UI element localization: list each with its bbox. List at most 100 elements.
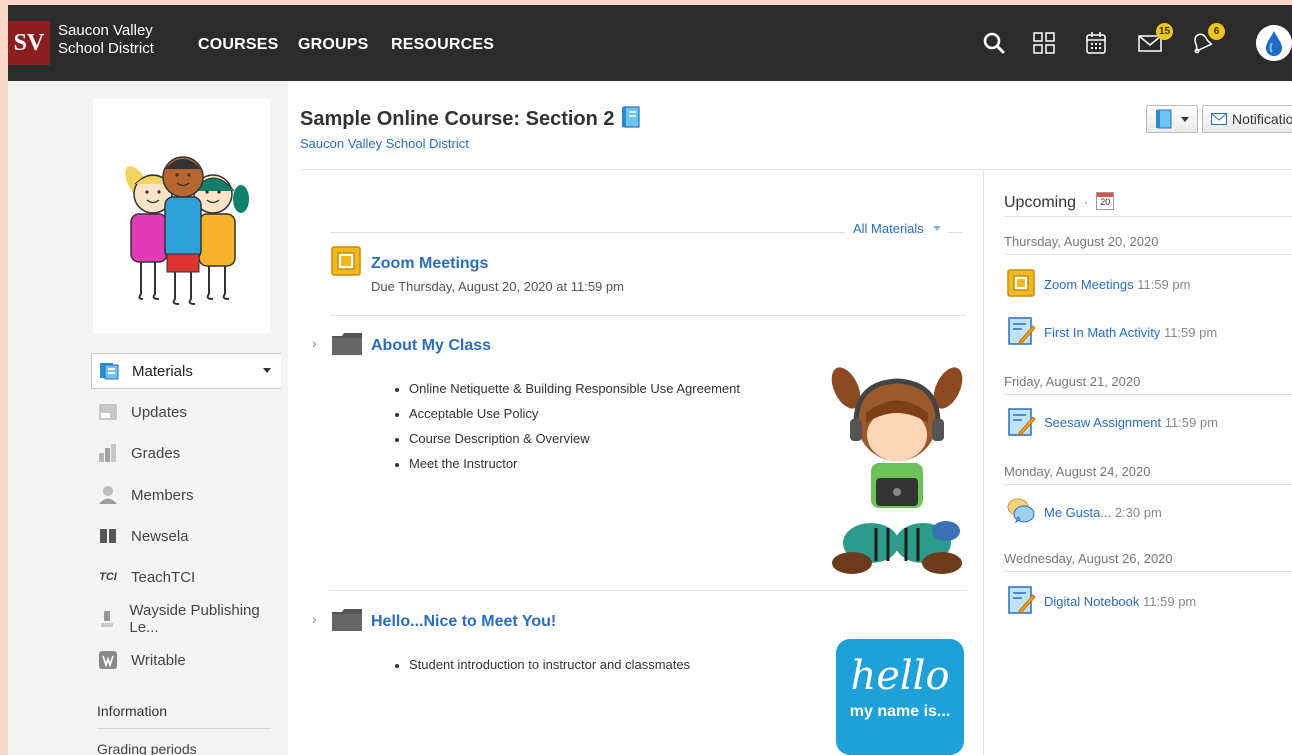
top-navigation-bar: SV Saucon Valley School District COURSES… xyxy=(8,5,1292,81)
sidebar-item-wayside[interactable]: Wayside Publishing Le... xyxy=(91,601,281,637)
district-logo[interactable]: SV xyxy=(8,21,50,65)
sidebar-item-updates[interactable]: Updates xyxy=(91,394,281,430)
list-item[interactable]: Course Description & Overview xyxy=(393,431,740,456)
chevron-down-icon[interactable] xyxy=(263,368,271,373)
calendar-day-number: 20 xyxy=(1100,197,1111,207)
search-icon[interactable] xyxy=(980,29,1008,57)
event-time: 11:59 pm xyxy=(1164,415,1218,430)
hello-card-word: hello xyxy=(850,653,950,699)
nav-resources[interactable]: RESOURCES xyxy=(391,36,494,54)
sidebar-item-label: Updates xyxy=(131,403,187,421)
chevron-down-icon xyxy=(933,226,942,231)
notifications-count-badge: 6 xyxy=(1208,23,1225,40)
upcoming-event[interactable]: Seesaw Assignment 11:59 pm xyxy=(1044,415,1218,430)
event-title: Seesaw Assignment xyxy=(1044,415,1162,430)
event-title: Zoom Meetings xyxy=(1044,277,1134,292)
list-item[interactable]: Acceptable Use Policy xyxy=(393,406,740,431)
grades-icon xyxy=(97,443,119,463)
updates-icon xyxy=(97,402,119,422)
sidebar-item-members[interactable]: Members xyxy=(91,477,281,513)
notebook-icon xyxy=(622,106,640,128)
upcoming-event[interactable]: Digital Notebook 11:59 pm xyxy=(1044,594,1196,609)
nav-courses[interactable]: COURSES xyxy=(198,36,279,54)
sidebar-item-label: Materials xyxy=(132,362,193,380)
upcoming-event[interactable]: First In Math Activity 11:59 pm xyxy=(1044,325,1217,340)
filter-divider xyxy=(948,232,962,233)
district-name-line2: School District xyxy=(58,40,154,57)
course-sidebar: Materials Updates Grades Members Newsela… xyxy=(8,81,288,755)
event-time: 11:59 pm xyxy=(1137,277,1191,292)
sidebar-item-writable[interactable]: Writable xyxy=(91,642,281,678)
assignment-title-zoom-meetings[interactable]: Zoom Meetings xyxy=(371,255,488,273)
apps-grid-icon[interactable] xyxy=(1030,29,1058,57)
upcoming-divider xyxy=(1004,254,1292,255)
upcoming-divider xyxy=(1004,571,1292,572)
sidebar-item-grades[interactable]: Grades xyxy=(91,435,281,471)
column-divider xyxy=(983,170,984,755)
event-title: Me Gusta... xyxy=(1044,505,1112,520)
user-avatar[interactable] xyxy=(1256,25,1292,61)
event-title: Digital Notebook xyxy=(1044,594,1140,609)
district-name[interactable]: Saucon Valley School District xyxy=(58,22,154,58)
avatar-drop-icon xyxy=(1256,25,1292,61)
all-materials-filter[interactable]: All Materials xyxy=(853,221,942,236)
chevron-right-icon[interactable]: › xyxy=(312,335,317,351)
calendar-icon[interactable]: 20 xyxy=(1096,192,1115,210)
calendar-icon[interactable] xyxy=(1082,29,1110,57)
folder-title-hello-nice-to-meet-you[interactable]: Hello...Nice to Meet You! xyxy=(371,613,556,631)
sidebar-item-label: Wayside Publishing Le... xyxy=(129,602,260,636)
app-frame: SV Saucon Valley School District COURSES… xyxy=(8,5,1292,755)
folder-icon xyxy=(332,609,362,631)
list-item[interactable]: Online Netiquette & Building Responsible… xyxy=(393,381,740,406)
row-divider xyxy=(330,590,966,591)
sidebar-item-teachtci[interactable]: TCI TeachTCI xyxy=(91,559,281,595)
event-title: First In Math Activity xyxy=(1044,325,1161,340)
sidebar-item-materials[interactable]: Materials xyxy=(91,353,281,389)
folder-title-about-my-class[interactable]: About My Class xyxy=(371,337,491,355)
notifications-button-label: Notificatio xyxy=(1232,111,1292,127)
folder-contents-list: Student introduction to instructor and c… xyxy=(393,657,690,682)
page-title: Sample Online Course: Section 2 xyxy=(300,106,640,131)
assignment-icon xyxy=(331,246,361,276)
upcoming-date: Wednesday, August 26, 2020 xyxy=(1004,551,1173,566)
sidebar-item-newsela[interactable]: Newsela xyxy=(91,518,281,554)
members-icon xyxy=(97,485,119,505)
sidebar-item-label: Newsela xyxy=(131,527,189,545)
upcoming-event[interactable]: Zoom Meetings 11:59 pm xyxy=(1044,277,1190,292)
notifications-button[interactable]: Notificatio xyxy=(1202,105,1292,133)
writable-icon xyxy=(97,650,119,670)
discussion-icon xyxy=(1007,498,1035,524)
upcoming-label: Upcoming xyxy=(1004,194,1077,211)
assessment-icon xyxy=(1008,586,1036,614)
newsela-icon xyxy=(97,526,119,546)
upcoming-divider xyxy=(1004,216,1292,217)
upcoming-event[interactable]: Me Gusta... 2:30 pm xyxy=(1044,505,1162,520)
sidebar-item-label: TeachTCI xyxy=(131,568,196,586)
assignment-due-date: Due Thursday, August 20, 2020 at 11:59 p… xyxy=(371,279,624,294)
folder-icon xyxy=(332,333,362,355)
nav-groups[interactable]: GROUPS xyxy=(298,36,369,54)
upcoming-date: Thursday, August 20, 2020 xyxy=(1004,234,1159,249)
upcoming-date: Monday, August 24, 2020 xyxy=(1004,464,1151,479)
row-divider xyxy=(330,315,966,316)
hello-my-name-is-image: hello my name is... xyxy=(836,639,964,755)
event-time: 11:59 pm xyxy=(1143,594,1197,609)
course-district-link[interactable]: Saucon Valley School District xyxy=(300,136,469,151)
list-item[interactable]: Meet the Instructor xyxy=(393,456,740,481)
filter-divider xyxy=(330,232,845,233)
kids-illustration xyxy=(125,156,249,305)
list-item[interactable]: Student introduction to instructor and c… xyxy=(393,657,690,682)
filter-label: All Materials xyxy=(853,221,924,236)
envelope-icon xyxy=(1211,113,1227,125)
upcoming-divider xyxy=(1004,484,1292,485)
grading-periods-link[interactable]: Grading periods xyxy=(97,741,197,755)
materials-icon xyxy=(98,361,120,381)
course-options-button[interactable] xyxy=(1146,105,1198,133)
chevron-right-icon[interactable]: › xyxy=(312,611,317,627)
assessment-icon xyxy=(1008,408,1036,436)
hello-card-caption: my name is... xyxy=(849,703,951,720)
sidebar-item-label: Grades xyxy=(131,444,181,462)
girl-with-headphones-image xyxy=(831,367,963,574)
messages-count-badge: 15 xyxy=(1156,23,1173,40)
course-profile-picture xyxy=(93,99,270,333)
